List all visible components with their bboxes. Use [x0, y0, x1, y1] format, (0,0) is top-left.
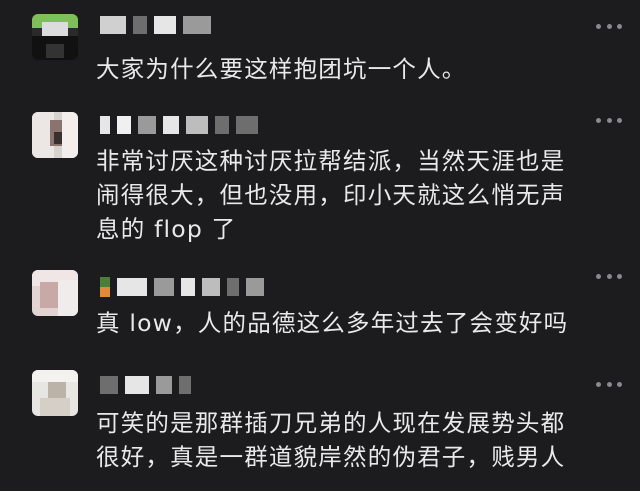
- more-dots-icon: [596, 273, 601, 279]
- comment-line: 可笑的是那群插刀兄弟的人现在发展势头都: [96, 409, 566, 437]
- comment-text: 可笑的是那群插刀兄弟的人现在发展势头都 很好，真是一群道貌岸然的伪君子，贱男人: [96, 406, 616, 474]
- avatar[interactable]: [32, 14, 78, 60]
- comment-text: 大家为什么要这样抱团坑一个人。: [96, 52, 616, 86]
- comment-line: 大家为什么要这样抱团坑一个人。: [96, 55, 467, 83]
- comment-line: 闹得很大，但也没用，印小天就这么悄无声: [96, 181, 566, 209]
- more-options-button[interactable]: [596, 380, 622, 388]
- comment-line: 非常讨厌这种讨厌拉帮结派，当然天涯也是: [96, 147, 566, 175]
- comment-line: 很好，真是一群道貌岸然的伪君子，贱男人: [96, 443, 566, 471]
- username-redacted[interactable]: [100, 276, 264, 298]
- more-options-button[interactable]: [596, 116, 622, 124]
- comment-feed: 大家为什么要这样抱团坑一个人。 非常讨厌这种讨厌拉帮结派，当然天涯也是 闹得很大…: [0, 0, 640, 491]
- more-options-button[interactable]: [596, 272, 622, 280]
- username-redacted[interactable]: [100, 114, 258, 136]
- comment-line: 息的 flop 了: [96, 215, 237, 243]
- comment-text: 非常讨厌这种讨厌拉帮结派，当然天涯也是 闹得很大，但也没用，印小天就这么悄无声 …: [96, 144, 616, 246]
- username-redacted[interactable]: [100, 374, 191, 396]
- avatar[interactable]: [32, 270, 78, 316]
- avatar[interactable]: [32, 370, 78, 416]
- more-dots-icon: [596, 117, 601, 123]
- more-dots-icon: [596, 381, 601, 387]
- more-dots-icon: [596, 23, 601, 29]
- username-redacted[interactable]: [100, 14, 211, 36]
- more-options-button[interactable]: [596, 22, 622, 30]
- comment-line: 真 low，人的品德这么多年过去了会变好吗: [96, 309, 569, 337]
- avatar[interactable]: [32, 112, 78, 158]
- comment-text: 真 low，人的品德这么多年过去了会变好吗: [96, 306, 616, 340]
